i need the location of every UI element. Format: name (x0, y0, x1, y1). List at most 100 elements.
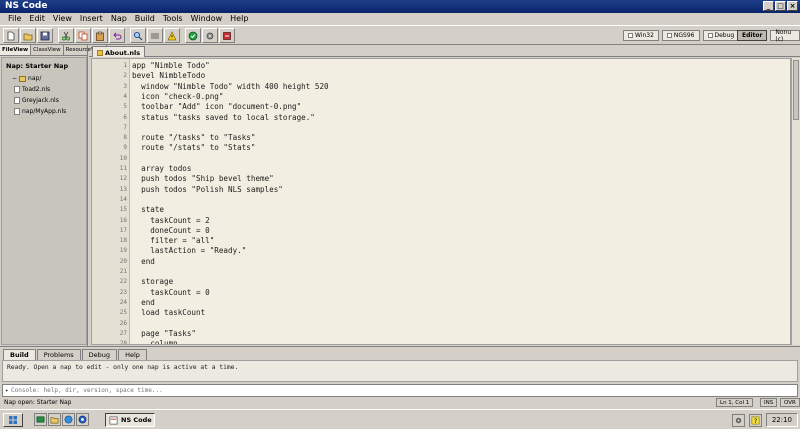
code-line[interactable]: 28 column (92, 339, 790, 345)
tree-item-file[interactable]: nap/MyApp.nls (2, 106, 86, 117)
code-line[interactable]: 26 (92, 319, 790, 329)
svg-text:?: ? (754, 418, 757, 425)
menu-edit[interactable]: Edit (25, 13, 49, 25)
tree-item-file[interactable]: Toad2.nls (2, 84, 86, 95)
tab-classview[interactable]: ClassView (31, 45, 64, 55)
tree-item-nap-folder[interactable]: − nap/ (2, 73, 86, 84)
quick-launch-button[interactable] (62, 413, 75, 426)
code-line[interactable]: 13 push todos "Polish NLS samples" (92, 184, 790, 195)
code-line[interactable]: 10 (92, 154, 790, 164)
run-button[interactable] (185, 28, 201, 43)
menu-file[interactable]: File (4, 13, 25, 25)
stop-button[interactable] (219, 28, 235, 43)
menu-nap[interactable]: Nap (107, 13, 131, 25)
code-line[interactable]: 3 window "Nimble Todo" width 400 height … (92, 82, 790, 92)
menu-window[interactable]: Window (187, 13, 227, 25)
new-file-button[interactable] (3, 28, 19, 43)
line-code: status "tasks saved to local storage." (132, 112, 315, 122)
taskbar-app-ns-code[interactable]: NS Code (105, 413, 155, 427)
view-editor-button[interactable]: Editor (737, 30, 768, 41)
quick-launch-button[interactable] (34, 413, 47, 426)
settings-button[interactable] (202, 28, 218, 43)
code-editor[interactable]: 1 app "Nimble Todo" 2 bevel NimbleTodo 3 win… (91, 58, 791, 345)
code-line[interactable]: 24 end (92, 298, 790, 308)
code-line[interactable]: 14 (92, 195, 790, 205)
code-line[interactable]: 5 toolbar "Add" icon "document-0.png" (92, 102, 790, 112)
editor-tab-active[interactable]: About.nls (92, 46, 146, 57)
menu-tools[interactable]: Tools (159, 13, 187, 25)
menu-build[interactable]: Build (131, 13, 159, 25)
code-line[interactable]: 1 app "Nimble Todo" (92, 61, 790, 71)
line-code: icon "check-0.png" (132, 91, 224, 101)
tab-problems[interactable]: Problems (36, 349, 81, 360)
windows-icon (9, 416, 17, 424)
outdent-button[interactable] (147, 28, 163, 43)
code-line[interactable]: 23 taskCount = 0 (92, 287, 790, 298)
target-win32[interactable]: Win32 (623, 30, 659, 41)
warning-button[interactable] (164, 28, 180, 43)
line-number: 14 (119, 195, 127, 203)
code-line[interactable]: 16 taskCount = 2 (92, 216, 790, 226)
target-ngs96[interactable]: NGS96 (661, 30, 700, 41)
title-bar[interactable]: NS Code _ □ × (0, 0, 800, 13)
code-line[interactable]: 20 end (92, 257, 790, 267)
taskbar: NS Code ? 22:10 (0, 409, 800, 429)
code-line[interactable]: 11 array todos (92, 164, 790, 174)
menu-view[interactable]: View (49, 13, 76, 25)
editor-scrollbar[interactable] (791, 58, 800, 345)
scrollbar-thumb[interactable] (793, 60, 799, 120)
code-line[interactable]: 8 route "/tasks" to "Tasks" (92, 133, 790, 143)
tab-fileview[interactable]: FileView (0, 45, 32, 55)
menu-help[interactable]: Help (226, 13, 252, 25)
quick-launch-button[interactable] (48, 413, 61, 426)
collapse-icon[interactable]: − (12, 75, 17, 82)
undo-button[interactable] (109, 28, 125, 43)
line-code: taskCount = 0 (132, 287, 210, 297)
tree-item-label: Toad2.nls (22, 86, 51, 93)
code-line[interactable]: 12 push todos "Ship bevel theme" (92, 174, 790, 184)
code-line[interactable]: 27 page "Tasks" (92, 329, 790, 339)
tab-debug[interactable]: Debug (81, 349, 118, 360)
code-line[interactable]: 19 lastAction = "Ready." (92, 246, 790, 256)
maximize-button[interactable]: □ (775, 1, 786, 11)
line-code: push todos "Polish NLS samples" (132, 184, 283, 194)
quick-launch-button[interactable] (76, 413, 89, 426)
code-line[interactable]: 9 route "/stats" to "Stats" (92, 143, 790, 153)
view-nonu-button[interactable]: Nonu (c) (770, 29, 800, 43)
line-number: 5 (123, 103, 127, 111)
start-button[interactable] (3, 413, 23, 427)
menu-insert[interactable]: Insert (76, 13, 107, 25)
tree-item-file[interactable]: Greyjack.nls (2, 95, 86, 106)
code-line[interactable]: 25 load taskCount (92, 308, 790, 318)
code-line[interactable]: 7 (92, 123, 790, 133)
code-line[interactable]: 6 status "tasks saved to local storage." (92, 112, 790, 123)
find-button[interactable] (130, 28, 146, 43)
console-input[interactable] (11, 387, 791, 394)
tray-settings-button[interactable] (731, 413, 745, 427)
line-code: bevel NimbleTodo (132, 71, 206, 81)
cut-button[interactable] (58, 28, 74, 43)
line-number: 24 (119, 298, 127, 306)
code-line[interactable]: 21 (92, 267, 790, 277)
code-line[interactable]: 2 bevel NimbleTodo (92, 71, 790, 81)
ins-indicator: INS (760, 398, 778, 407)
tab-help[interactable]: Help (118, 349, 147, 360)
paste-button[interactable] (92, 28, 108, 43)
cursor-position: Ln 1, Col 1 (716, 398, 754, 407)
copy-button[interactable] (75, 28, 91, 43)
tray-help-button[interactable]: ? (748, 413, 762, 427)
open-file-button[interactable] (20, 28, 36, 43)
code-line[interactable]: 17 doneCount = 0 (92, 226, 790, 236)
code-line[interactable]: 18 filter = "all" (92, 236, 790, 246)
minimize-button[interactable]: _ (763, 1, 774, 11)
code-line[interactable]: 22 storage (92, 277, 790, 287)
tab-build[interactable]: Build (3, 349, 36, 360)
tree-title: Nap: Starter Nap (6, 62, 69, 70)
line-code: toolbar "Add" icon "document-0.png" (132, 102, 302, 112)
code-line[interactable]: 4 icon "check-0.png" (92, 91, 790, 102)
code-line[interactable]: 15 state (92, 205, 790, 215)
save-file-button[interactable] (37, 28, 53, 43)
close-button[interactable]: × (787, 1, 798, 11)
line-code: column (132, 339, 178, 345)
file-icon (14, 86, 20, 93)
